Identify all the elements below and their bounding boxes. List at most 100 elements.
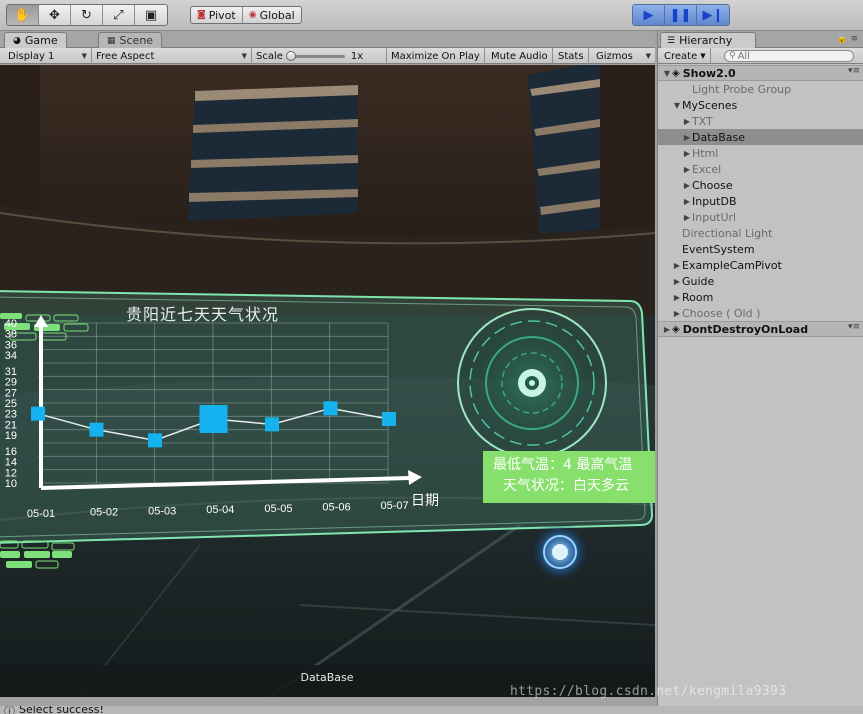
scale-icon: ⤢	[113, 7, 124, 23]
hierarchy-item-database[interactable]: ▶ DataBase	[658, 129, 863, 145]
expanded-arrow-icon[interactable]: ▼	[662, 69, 672, 78]
collapsed-arrow-icon[interactable]: ▶	[682, 213, 692, 222]
aspect-label: Free Aspect	[96, 50, 155, 62]
collapsed-arrow-icon[interactable]: ▶	[672, 309, 682, 318]
collapsed-arrow-icon[interactable]: ▶	[662, 325, 672, 334]
global-label: Global	[259, 8, 295, 22]
chevron-down-icon: ▼	[81, 52, 87, 60]
expanded-arrow-icon[interactable]: ▼	[672, 101, 682, 110]
hierarchy-item-label: Room	[682, 290, 714, 304]
hierarchy-item-excel[interactable]: ▶ Excel	[658, 161, 863, 177]
hierarchy-item-label: Choose	[692, 178, 733, 192]
hierarchy-item-choose-old[interactable]: ▶ Choose ( Old )	[658, 305, 863, 321]
rotate-tool-button[interactable]: ↻	[71, 5, 103, 25]
data-point	[148, 433, 162, 448]
hand-tool-button[interactable]: ✋	[7, 5, 39, 25]
stats-toggle[interactable]: Stats	[554, 48, 589, 64]
hierarchy-item-light-probe-group[interactable]: Light Probe Group	[658, 81, 863, 97]
collapsed-arrow-icon[interactable]: ▶	[682, 165, 692, 174]
hierarchy-item-label: DontDestroyOnLoad	[682, 322, 809, 336]
play-button[interactable]: ▶	[633, 5, 665, 25]
scale-tool-button[interactable]: ⤢	[103, 5, 135, 25]
global-toggle[interactable]: ◉ Global	[243, 7, 301, 23]
pause-button[interactable]: ❚❚	[665, 5, 697, 25]
hierarchy-item-txt[interactable]: ▶ TXT	[658, 113, 863, 129]
hierarchy-item-guide[interactable]: ▶ Guide	[658, 273, 863, 289]
collapsed-arrow-icon[interactable]: ▶	[672, 277, 682, 286]
hierarchy-item-eventsystem[interactable]: EventSystem	[658, 241, 863, 257]
scene-background: 10121416 19212325272931 34363840 05-01 05-02…	[0, 65, 655, 697]
x-tick-label: 05-06	[322, 502, 350, 514]
hierarchy-item-room[interactable]: ▶ Room	[658, 289, 863, 305]
hierarchy-search[interactable]: ⚲	[724, 50, 854, 62]
hierarchy-item-label: Directional Light	[682, 226, 773, 240]
collapsed-arrow-icon[interactable]: ▶	[682, 149, 692, 158]
hierarchy-item-choose[interactable]: ▶ Choose	[658, 177, 863, 193]
x-tick-label: 05-01	[27, 508, 55, 520]
info-line-weather: 天气状况：白天多云	[503, 478, 629, 494]
pivot-toggle[interactable]: ◙ Pivot	[191, 7, 243, 23]
hierarchy-item-show2-0[interactable]: ▼ ◈ Show2.0 ▾≡	[658, 65, 863, 81]
x-axis-label: 日期	[411, 493, 439, 509]
hierarchy-item-dontdestroyonload[interactable]: ▶ ◈ DontDestroyOnLoad ▾≡	[658, 321, 863, 337]
hierarchy-item-inputdb[interactable]: ▶ InputDB	[658, 193, 863, 209]
search-input[interactable]	[737, 50, 838, 62]
tab-scene-label: Scene	[119, 34, 154, 47]
chevron-down-icon: ▼	[700, 52, 706, 60]
y-tick-label: 12	[5, 467, 17, 479]
y-tick-label: 16	[5, 446, 17, 458]
x-tick-label: 05-04	[206, 504, 234, 516]
gizmos-dropdown[interactable]: Gizmos ▼	[592, 48, 655, 64]
hierarchy-panel: ☰ Hierarchy 🔒 ≡ Create▼ ⚲ ▼◈Show2.0▾≡Lig…	[657, 31, 863, 714]
mute-audio-toggle[interactable]: Mute Audio	[487, 48, 553, 64]
game-viewport[interactable]: 10 12 14 16 19 21 23 25 27 29 31 34 36 38 40 05-01 05-02…	[0, 65, 655, 697]
game-window: ◕ Game ▦ Scene Display 1 ▼ Free Aspect ▼ S…	[0, 31, 655, 714]
menu-icon[interactable]: ≡	[850, 34, 858, 44]
global-icon: ◉	[248, 10, 257, 20]
pause-icon: ❚❚	[669, 7, 692, 23]
scale-slider[interactable]: Scale 1x	[252, 48, 387, 64]
hierarchy-item-examplecampivot[interactable]: ▶ ExampleCamPivot	[658, 257, 863, 273]
hierarchy-item-label: MyScenes	[682, 98, 738, 112]
list-icon: ☰	[667, 35, 676, 46]
tab-game[interactable]: ◕ Game	[4, 32, 67, 48]
hierarchy-item-html[interactable]: ▶ Html	[658, 145, 863, 161]
collapsed-arrow-icon[interactable]: ▶	[682, 197, 692, 206]
scale-slider-track[interactable]	[285, 50, 345, 61]
hierarchy-item-directional-light[interactable]: Directional Light	[658, 225, 863, 241]
display-dropdown[interactable]: Display 1 ▼	[4, 48, 92, 64]
maximize-on-play-label: Maximize On Play	[391, 50, 480, 62]
console-status-bar[interactable]: ⓘ Select success!	[0, 706, 863, 714]
collapsed-arrow-icon[interactable]: ▶	[672, 293, 682, 302]
maximize-on-play-toggle[interactable]: Maximize On Play	[387, 48, 485, 64]
rect-tool-button[interactable]: ▣	[135, 5, 167, 25]
aspect-dropdown[interactable]: Free Aspect ▼	[92, 48, 252, 64]
hierarchy-item-label: Choose ( Old )	[682, 306, 761, 320]
unity-scene-icon: ◈	[672, 323, 680, 335]
scene-menu-icon[interactable]: ▾≡	[848, 322, 860, 332]
lock-icon[interactable]: 🔒	[836, 34, 847, 44]
collapsed-arrow-icon[interactable]: ▶	[682, 181, 692, 190]
data-point	[31, 406, 45, 421]
pivot-label: Pivot	[208, 8, 236, 22]
collapsed-arrow-icon[interactable]: ▶	[682, 117, 692, 126]
scale-slider-knob[interactable]	[285, 50, 296, 61]
tab-game-label: Game	[24, 34, 58, 47]
y-tick-label: 19	[5, 430, 17, 442]
tab-scene[interactable]: ▦ Scene	[98, 32, 163, 48]
hand-icon: ✋	[14, 7, 31, 23]
hierarchy-item-myscenes[interactable]: ▼ MyScenes	[658, 97, 863, 113]
create-dropdown[interactable]: Create ▼	[664, 48, 711, 64]
search-icon: ⚲	[729, 51, 736, 61]
hierarchy-item-inputurl[interactable]: ▶ InputUrl	[658, 209, 863, 225]
watermark: https://blog.csdn.net/kengmila9393	[510, 684, 787, 699]
scene-menu-icon[interactable]: ▾≡	[848, 66, 860, 76]
chevron-down-icon: ▼	[645, 52, 651, 60]
scene-grid-icon: ▦	[107, 35, 116, 46]
step-button[interactable]: ▶❙	[697, 5, 729, 25]
collapsed-arrow-icon[interactable]: ▶	[672, 261, 682, 270]
tab-hierarchy[interactable]: ☰ Hierarchy	[660, 32, 756, 48]
collapsed-arrow-icon[interactable]: ▶	[682, 133, 692, 142]
move-tool-button[interactable]: ✥	[39, 5, 71, 25]
radar-ring	[457, 308, 607, 458]
